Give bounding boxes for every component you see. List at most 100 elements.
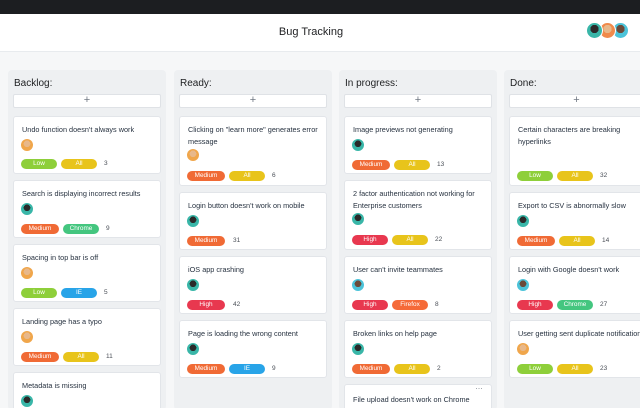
tag-priority[interactable]: High xyxy=(517,299,553,310)
tag-priority[interactable]: Low xyxy=(517,363,553,374)
tag-browser[interactable]: All xyxy=(559,235,595,246)
task-count: 42 xyxy=(233,301,241,309)
tag-priority[interactable]: Low xyxy=(21,287,57,298)
tag-browser[interactable]: All xyxy=(229,170,265,181)
tag-browser[interactable]: All xyxy=(557,363,593,374)
task-count: 6 xyxy=(272,172,276,180)
assignee-avatar[interactable] xyxy=(517,279,529,291)
task-card[interactable]: Login with Google doesn't work High Chrom… xyxy=(509,256,640,314)
tag-priority[interactable]: Low xyxy=(21,158,57,169)
task-title: File upload doesn't work on Chrome xyxy=(353,395,470,404)
task-card[interactable]: User can't invite teammates High Firefox 8 xyxy=(344,256,492,314)
tag-priority[interactable]: Medium xyxy=(352,363,390,374)
task-count: 9 xyxy=(272,365,276,373)
assignee-avatar[interactable] xyxy=(187,279,199,291)
task-card[interactable]: Login button doesn't work on mobile Medi… xyxy=(179,192,327,250)
assignee-avatar[interactable] xyxy=(517,343,529,355)
task-card[interactable]: Spacing in top bar is off Low IE 5 xyxy=(13,244,161,302)
task-card[interactable]: Certain characters are breaking hyperlin… xyxy=(509,116,640,186)
assignee-avatar[interactable] xyxy=(187,215,199,227)
task-tags: Low All 23 xyxy=(517,360,607,374)
task-card[interactable]: Image previews not generating Medium All 1… xyxy=(344,116,492,174)
task-card[interactable]: Metadata is missing xyxy=(13,372,161,408)
task-tags: Low All 32 xyxy=(517,167,608,181)
add-task-button[interactable]: + xyxy=(509,94,640,108)
tag-browser[interactable]: All xyxy=(392,234,428,245)
task-title: iOS app crashing xyxy=(188,265,244,274)
tag-priority[interactable]: Medium xyxy=(187,363,225,374)
assignee-avatar[interactable] xyxy=(352,279,364,291)
task-card[interactable]: User getting sent duplicate notification… xyxy=(509,320,640,378)
task-tags: High Chrome 27 xyxy=(517,296,608,310)
add-task-button[interactable]: + xyxy=(344,94,492,108)
app-header: Bug Tracking xyxy=(0,14,640,52)
assignee-avatar[interactable] xyxy=(352,139,364,151)
tag-browser[interactable]: Chrome xyxy=(557,299,593,310)
tag-browser[interactable]: Chrome xyxy=(63,223,99,234)
more-options-icon[interactable]: … xyxy=(475,382,483,391)
task-tags: Medium All 11 xyxy=(21,348,113,362)
task-title: Certain characters are breaking hyperlin… xyxy=(518,125,621,146)
tag-browser[interactable]: All xyxy=(557,170,593,181)
tag-priority[interactable]: Medium xyxy=(21,351,59,362)
tag-priority[interactable]: High xyxy=(187,299,225,310)
avatar[interactable] xyxy=(586,22,603,39)
assignee-avatar[interactable] xyxy=(352,213,364,225)
task-title: Clicking on "learn more" generates error… xyxy=(188,125,318,146)
assignee-avatar[interactable] xyxy=(21,331,33,343)
task-card[interactable]: Landing page has a typo Medium All 11 xyxy=(13,308,161,366)
task-card[interactable]: Export to CSV is abnormally slow Medium A… xyxy=(509,192,640,250)
column-backlog: Backlog: + Undo function doesn't always … xyxy=(8,70,166,408)
assignee-avatar[interactable] xyxy=(21,267,33,279)
task-card[interactable]: iOS app crashing High 42 xyxy=(179,256,327,314)
tag-priority[interactable]: High xyxy=(352,299,388,310)
task-title: 2 factor authentication not working for … xyxy=(353,189,475,210)
assignee-avatar[interactable] xyxy=(352,343,364,355)
task-count: 31 xyxy=(233,237,241,245)
task-card[interactable]: … File upload doesn't work on Chrome xyxy=(344,382,492,408)
tag-browser[interactable]: Firefox xyxy=(392,299,428,310)
assignee-avatar[interactable] xyxy=(187,343,199,355)
task-tags: Medium IE 9 xyxy=(187,360,276,374)
tag-priority[interactable]: Medium xyxy=(21,223,59,234)
tag-priority[interactable]: Low xyxy=(517,170,553,181)
tag-priority[interactable]: Medium xyxy=(187,235,225,246)
add-task-button[interactable]: + xyxy=(179,94,327,108)
task-tags: Low All 3 xyxy=(21,155,108,169)
assignee-avatar[interactable] xyxy=(187,149,199,161)
tag-browser[interactable]: All xyxy=(394,159,430,170)
column-title: Done: xyxy=(510,78,537,89)
tag-priority[interactable]: Medium xyxy=(517,235,555,246)
assignee-avatar[interactable] xyxy=(517,215,529,227)
column-title: Ready: xyxy=(180,78,212,89)
task-title: Landing page has a typo xyxy=(22,317,102,326)
tag-browser[interactable]: IE xyxy=(229,363,265,374)
assignee-avatar[interactable] xyxy=(21,395,33,407)
tag-priority[interactable]: Medium xyxy=(352,159,390,170)
column-in-progress: In progress: + Image previews not genera… xyxy=(339,70,497,408)
task-tags: High 42 xyxy=(187,296,241,310)
tag-browser[interactable]: All xyxy=(63,351,99,362)
tag-browser[interactable]: All xyxy=(61,158,97,169)
task-tags: High Firefox 8 xyxy=(352,296,439,310)
task-title: Image previews not generating xyxy=(353,125,453,134)
task-card[interactable]: Undo function doesn't always work Low All… xyxy=(13,116,161,174)
assignee-avatar[interactable] xyxy=(21,203,33,215)
assignee-avatar[interactable] xyxy=(21,139,33,151)
tag-priority[interactable]: High xyxy=(352,234,388,245)
tag-browser[interactable]: IE xyxy=(61,287,97,298)
task-card[interactable]: Broken links on help page Medium All 2 xyxy=(344,320,492,378)
tag-priority[interactable]: Medium xyxy=(187,170,225,181)
task-title: Login with Google doesn't work xyxy=(518,265,620,274)
task-card[interactable]: Clicking on "learn more" generates error… xyxy=(179,116,327,186)
task-card[interactable]: Search is displaying incorrect results M… xyxy=(13,180,161,238)
task-count: 27 xyxy=(600,301,608,309)
task-card[interactable]: Page is loading the wrong content Medium… xyxy=(179,320,327,378)
task-count: 11 xyxy=(106,353,113,361)
task-card[interactable]: 2 factor authentication not working for … xyxy=(344,180,492,250)
task-tags: Medium All 2 xyxy=(352,360,441,374)
task-count: 32 xyxy=(600,172,608,180)
add-task-button[interactable]: + xyxy=(13,94,161,108)
tag-browser[interactable]: All xyxy=(394,363,430,374)
window-top-bar xyxy=(0,0,640,14)
